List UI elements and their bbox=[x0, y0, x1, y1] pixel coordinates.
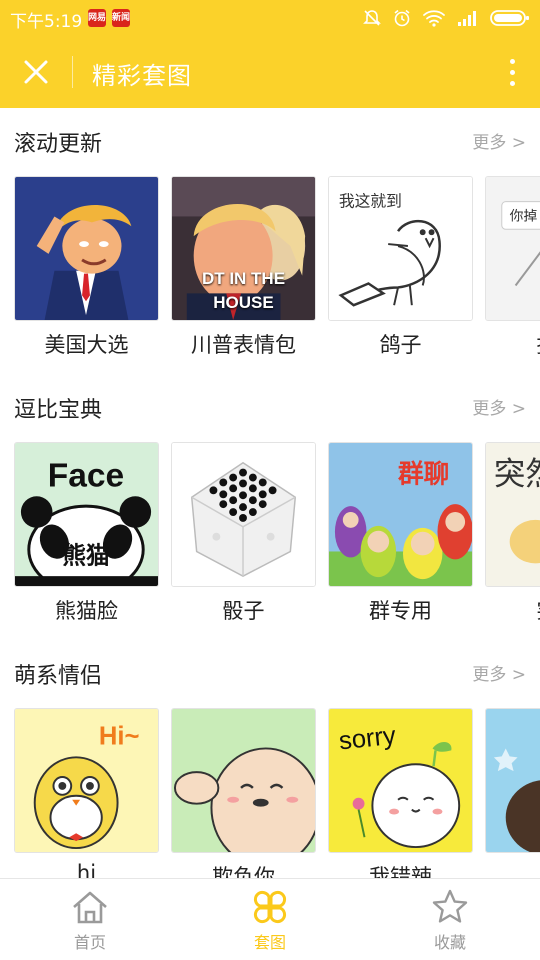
more-options-button[interactable] bbox=[500, 54, 524, 90]
close-button[interactable] bbox=[18, 54, 54, 90]
sticker-thumbnail bbox=[171, 442, 316, 587]
nav-label: 收藏 bbox=[433, 933, 466, 952]
sticker-card[interactable]: sorry 我错辣 bbox=[328, 708, 473, 878]
sticker-thumbnail: Hi~ bbox=[14, 708, 159, 853]
sticker-row: 美国大选 DT IN THE HOUSE 川普表情包 我这就到 鸽子 你掉 bbox=[14, 176, 540, 359]
section-title: 滚动更新 bbox=[14, 132, 103, 157]
sticker-caption: 我这就到 bbox=[339, 192, 402, 211]
sticker-card[interactable]: 美国大选 bbox=[14, 176, 159, 359]
sticker-caption: DT IN THE HOUSE bbox=[201, 269, 286, 312]
nav-home[interactable]: 首页 bbox=[30, 887, 150, 953]
section-funny-collection: 逗比宝典 更多 > Face 熊猫 熊猫脸 骰子 群聊 群专用 突 bbox=[0, 374, 540, 640]
sticker-label: 骰子 bbox=[222, 599, 265, 623]
four-leaf-grid-icon bbox=[253, 890, 287, 924]
sticker-caption: 熊猫 bbox=[62, 541, 109, 569]
home-icon bbox=[73, 891, 107, 924]
sticker-card[interactable]: 欺负你 bbox=[171, 708, 316, 878]
appbar-divider bbox=[72, 56, 73, 88]
sticker-card[interactable]: 突然 突然 bbox=[485, 442, 540, 625]
section-title: 逗比宝典 bbox=[14, 398, 103, 423]
sticker-thumbnail: 群聊 bbox=[328, 442, 473, 587]
sticker-label: 美国大选 bbox=[44, 333, 129, 357]
status-bar: 下午5:19 网易 新闻 bbox=[0, 0, 540, 36]
star-icon bbox=[432, 889, 468, 923]
alarm-icon bbox=[394, 9, 410, 27]
sticker-label: 群专用 bbox=[369, 599, 432, 623]
mute-bell-icon bbox=[363, 10, 381, 26]
bottom-navigation: 首页 套图 收藏 bbox=[0, 878, 540, 960]
sticker-label: 掉头 bbox=[485, 329, 540, 359]
more-link[interactable]: 更多 > bbox=[472, 394, 526, 419]
page-title: 精彩套图 bbox=[92, 62, 192, 90]
sticker-card[interactable]: 你掉 掉头 bbox=[485, 176, 540, 359]
sticker-label: hi bbox=[76, 861, 97, 878]
sticker-thumbnail: Face 熊猫 bbox=[14, 442, 159, 587]
more-link[interactable]: 更多 > bbox=[472, 660, 526, 685]
nav-sticker-sets[interactable]: 套图 bbox=[210, 887, 330, 953]
section-title: 萌系情侣 bbox=[14, 664, 103, 689]
sticker-card[interactable]: 小 bbox=[485, 708, 540, 878]
sticker-caption: Hi~ bbox=[99, 723, 140, 751]
sticker-label: 川普表情包 bbox=[191, 333, 296, 357]
sticker-label: 鸽子 bbox=[379, 333, 422, 357]
sticker-caption: 你掉 bbox=[510, 208, 538, 224]
sticker-label: 突然 bbox=[485, 595, 540, 625]
sticker-card[interactable]: Face 熊猫 熊猫脸 bbox=[14, 442, 159, 625]
more-vertical-icon bbox=[509, 58, 515, 64]
wifi-icon bbox=[423, 10, 445, 27]
news-app-icon: 新闻 bbox=[112, 9, 130, 27]
sticker-card[interactable]: 我这就到 鸽子 bbox=[328, 176, 473, 359]
sticker-row: Hi~ hi 欺负你 sorry 我错辣 bbox=[14, 708, 540, 878]
battery-icon bbox=[490, 10, 529, 26]
signal-icon bbox=[458, 11, 476, 26]
sticker-label: 欺负你 bbox=[212, 865, 275, 878]
sticker-card[interactable]: 骰子 bbox=[171, 442, 316, 625]
status-time: 下午5:19 bbox=[10, 12, 83, 32]
sticker-thumbnail bbox=[485, 708, 540, 853]
sticker-thumbnail: 你掉 bbox=[485, 176, 540, 321]
sticker-sets-list[interactable]: 滚动更新 更多 > 美国大选 DT IN THE HOUSE 川普表情包 我这就… bbox=[0, 108, 540, 878]
sticker-thumbnail bbox=[14, 176, 159, 321]
netease-app-icon: 网易 bbox=[88, 9, 106, 27]
sticker-card[interactable]: DT IN THE HOUSE 川普表情包 bbox=[171, 176, 316, 359]
sticker-label: 我错辣 bbox=[369, 865, 432, 878]
nav-favorites[interactable]: 收藏 bbox=[390, 887, 510, 953]
close-icon bbox=[24, 60, 48, 84]
sticker-card[interactable]: 群聊 群专用 bbox=[328, 442, 473, 625]
sticker-row: Face 熊猫 熊猫脸 骰子 群聊 群专用 突 bbox=[14, 442, 540, 625]
sticker-thumbnail: 我这就到 bbox=[328, 176, 473, 321]
sticker-thumbnail: DT IN THE HOUSE bbox=[171, 176, 316, 321]
sticker-thumbnail bbox=[171, 708, 316, 853]
sticker-caption: 群聊 bbox=[397, 459, 449, 489]
sticker-caption: sorry bbox=[338, 722, 398, 756]
sticker-thumbnail: 突然 bbox=[485, 442, 540, 587]
sticker-label: 熊猫脸 bbox=[55, 599, 118, 623]
app-bar: 精彩套图 bbox=[0, 36, 540, 108]
section-rolling-updates: 滚动更新 更多 > 美国大选 DT IN THE HOUSE 川普表情包 我这就… bbox=[0, 108, 540, 374]
status-icons bbox=[362, 8, 530, 28]
sticker-label: 小 bbox=[485, 861, 540, 878]
section-cute-couples: 萌系情侣 更多 > Hi~ hi 欺负你 sorry 我错辣 bbox=[0, 640, 540, 878]
sticker-thumbnail: sorry bbox=[328, 708, 473, 853]
sticker-card[interactable]: Hi~ hi bbox=[14, 708, 159, 878]
sticker-caption: 突然 bbox=[494, 456, 540, 492]
sticker-caption: Face bbox=[48, 457, 124, 494]
nav-label: 套图 bbox=[253, 933, 286, 952]
nav-label: 首页 bbox=[73, 933, 106, 952]
more-link[interactable]: 更多 > bbox=[472, 128, 526, 153]
